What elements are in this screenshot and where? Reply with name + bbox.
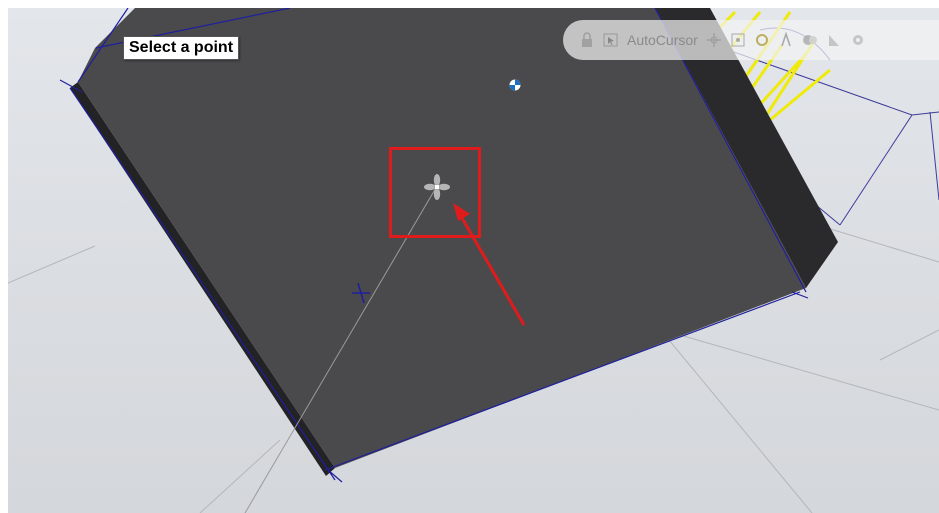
snap-toolbar: AutoCursor <box>563 20 939 60</box>
3d-viewport[interactable]: AutoCursor Select a point <box>8 8 939 513</box>
center-snap-icon[interactable] <box>778 31 794 48</box>
command-prompt-label: Select a point <box>123 36 240 60</box>
point-snap-icon[interactable] <box>730 32 746 48</box>
scene-canvas[interactable] <box>8 8 939 513</box>
origin-indicator-icon <box>509 79 521 91</box>
midpoint-snap-icon[interactable] <box>754 32 770 48</box>
lock-icon[interactable] <box>579 32 595 48</box>
angle-snap-icon[interactable] <box>826 32 842 48</box>
settings-icon[interactable] <box>850 32 866 48</box>
autocursor-label[interactable]: AutoCursor <box>627 32 698 48</box>
grid-snap-icon[interactable] <box>802 32 818 48</box>
snap-toggle-icon[interactable] <box>706 32 722 48</box>
cursor-frame-icon[interactable] <box>603 32 619 48</box>
